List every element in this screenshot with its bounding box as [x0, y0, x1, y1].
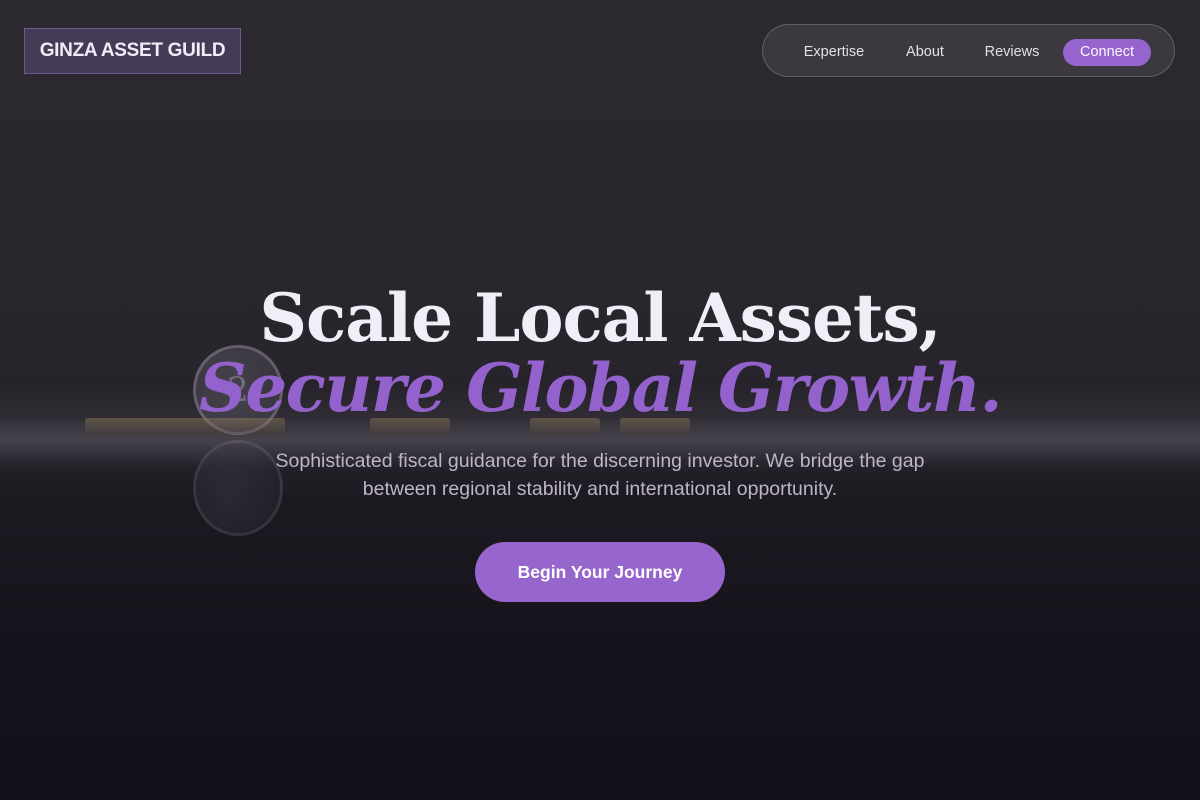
- hero-headline-line2: Secure Global Growth.: [199, 349, 1002, 427]
- hero-headline-line1: Scale Local Assets,: [259, 279, 941, 357]
- brand-logo-text: GINZA ASSET GUILD: [39, 40, 226, 61]
- brand-logo[interactable]: GINZA ASSET GUILD: [24, 28, 241, 74]
- nav-item-reviews[interactable]: Reviews: [975, 39, 1049, 66]
- begin-journey-button[interactable]: Begin Your Journey: [475, 542, 725, 602]
- cta-label: Begin Your Journey: [517, 561, 683, 582]
- main-navigation: Expertise About Reviews Connect: [762, 24, 1175, 77]
- nav-item-expertise[interactable]: Expertise: [795, 39, 873, 66]
- nav-item-about[interactable]: About: [895, 39, 955, 66]
- hero-subtitle: Sophisticated fiscal guidance for the di…: [275, 450, 925, 500]
- connect-button[interactable]: Connect: [1063, 39, 1151, 66]
